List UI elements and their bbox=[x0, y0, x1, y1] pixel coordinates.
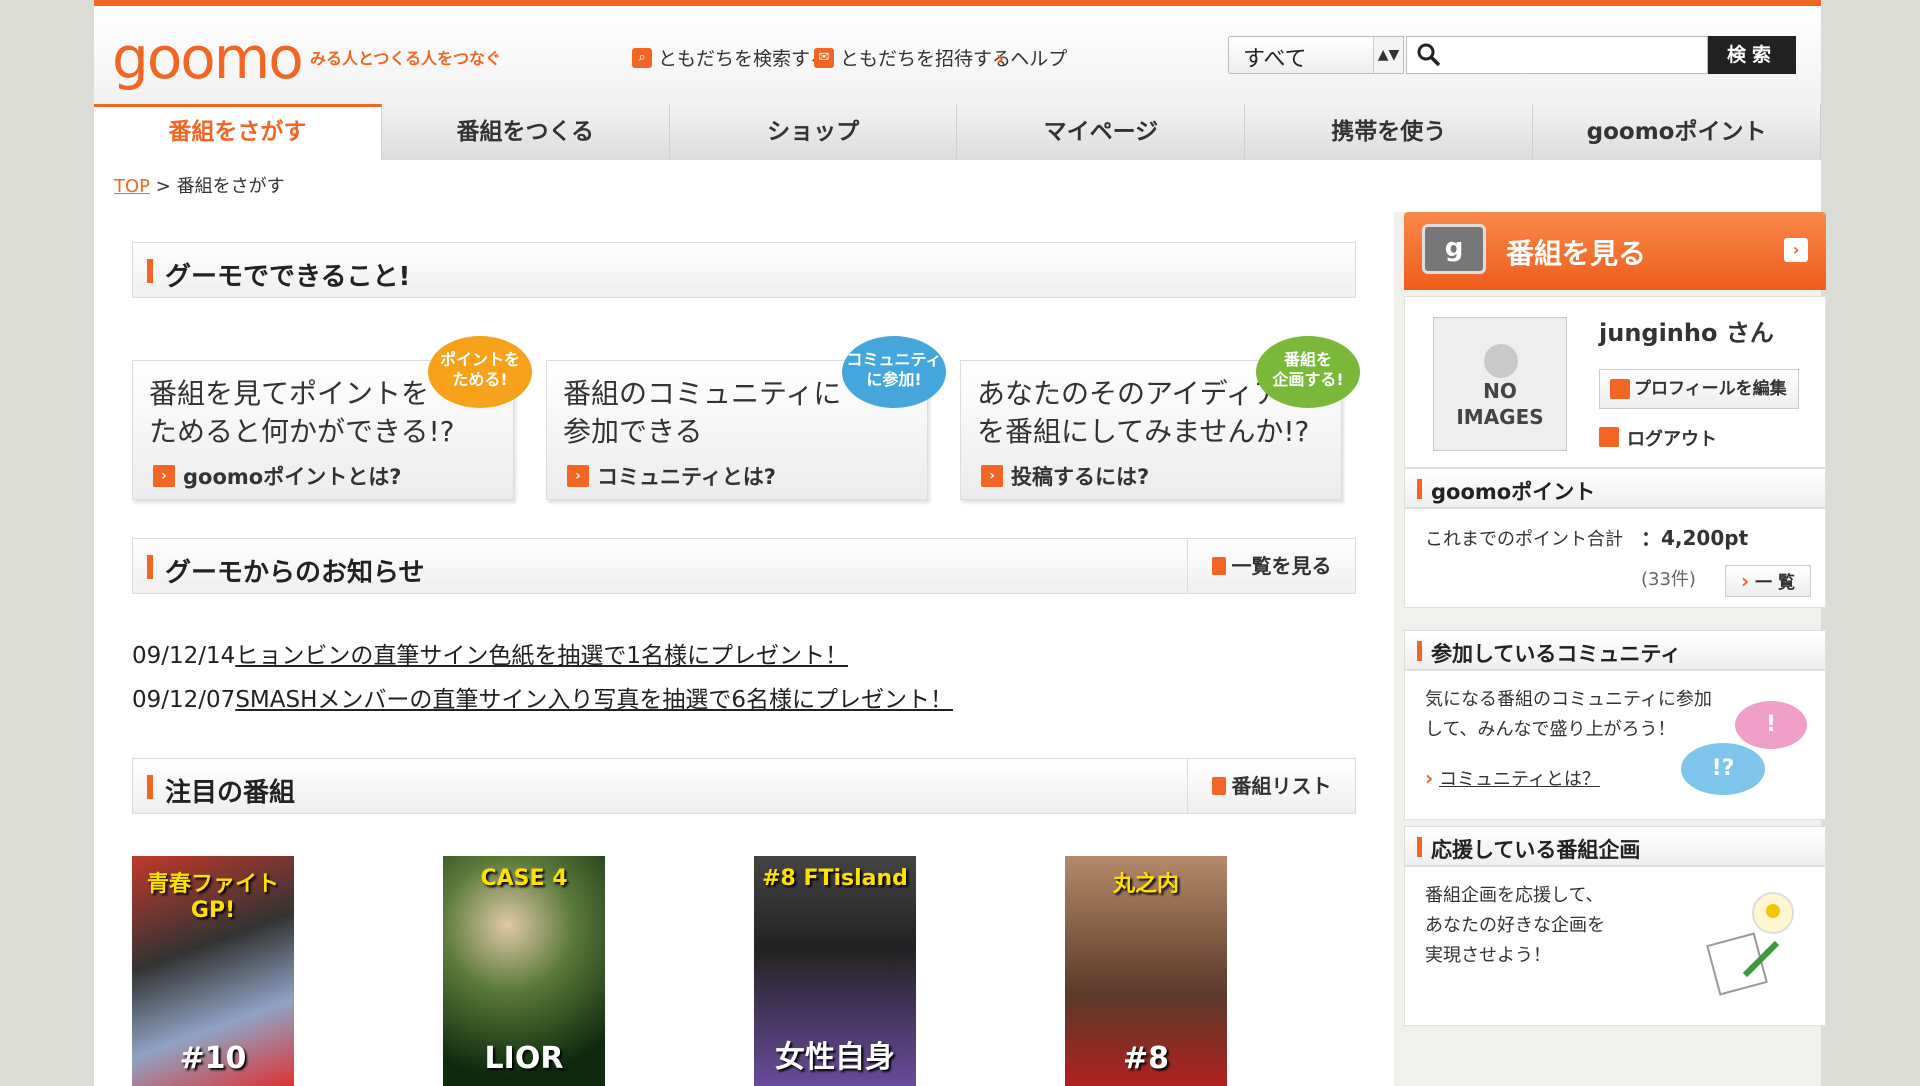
arrow-right-icon: › bbox=[567, 465, 589, 487]
mail-icon: ✉ bbox=[814, 47, 834, 68]
section-marker bbox=[147, 555, 153, 579]
search-button[interactable]: 検索 bbox=[1708, 36, 1796, 74]
points-value: ：4,200pt bbox=[1641, 526, 1749, 550]
logout-icon bbox=[1599, 427, 1619, 447]
search-friends-link[interactable]: ⌕ ともだちを検索する bbox=[632, 44, 829, 71]
logout-link[interactable]: ログアウト bbox=[1599, 425, 1717, 451]
bubble-plan-program: 番組を 企画する! bbox=[1256, 336, 1360, 408]
program-thumbnail[interactable]: 丸之内 #8 bbox=[1065, 856, 1227, 1086]
question-bubble-icon: !? bbox=[1681, 743, 1765, 795]
community-about-link[interactable]: › コミュニティとは？ bbox=[1425, 763, 1600, 795]
community-about-link[interactable]: › コミュニティとは? bbox=[567, 461, 776, 491]
news-item[interactable]: 09/12/07SMASHメンバーの直筆サイン入り写真を抽選で6名様にプレゼント… bbox=[132, 680, 953, 714]
edit-profile-button[interactable]: プロフィールを編集 bbox=[1599, 369, 1799, 409]
idea-notepad-icon bbox=[1706, 892, 1794, 996]
points-list-button[interactable]: › 一 覧 bbox=[1725, 565, 1811, 597]
points-count: (33件) bbox=[1641, 569, 1696, 590]
tv-icon: g bbox=[1422, 224, 1486, 274]
chevron-right-icon: › bbox=[1425, 766, 1434, 790]
news-list-link[interactable]: 一覧を見る bbox=[1187, 539, 1355, 593]
program-list-link[interactable]: 番組リスト bbox=[1187, 759, 1355, 813]
program-thumbnail[interactable]: #8 FTisland 女性自身 bbox=[754, 856, 916, 1086]
header: goomo みる人とつくる人をつなぐ ⌕ ともだちを検索する ✉ ともだちを招待… bbox=[94, 12, 1821, 104]
news-title: グーモからのお知らせ bbox=[165, 558, 425, 588]
pencil-icon bbox=[1610, 379, 1630, 399]
program-thumbnail[interactable]: 青春ファイトGP! #10 bbox=[132, 856, 294, 1086]
profile-box: NO IMAGES junginho さん プロフィールを編集 ログアウト bbox=[1404, 296, 1826, 468]
bubble-join-community: コミュニティ に参加! bbox=[842, 336, 946, 408]
exclamation-bubble-icon: ! bbox=[1735, 701, 1807, 749]
news-header: グーモからのお知らせ 一覧を見る bbox=[132, 538, 1356, 594]
document-icon bbox=[1211, 777, 1226, 795]
arrow-right-icon: › bbox=[1784, 238, 1808, 262]
help-link[interactable]: › ヘルプ bbox=[996, 44, 1067, 71]
main-nav: 番組をさがす 番組をつくる ショップ マイページ 携帯を使う goomoポイント bbox=[94, 104, 1821, 160]
section-marker bbox=[1417, 479, 1422, 499]
tab-create-programs[interactable]: 番組をつくる bbox=[381, 104, 670, 160]
invite-friends-link[interactable]: ✉ ともだちを招待する bbox=[814, 44, 1011, 71]
search-icon: ⌕ bbox=[632, 47, 652, 68]
points-title: goomoポイント bbox=[1431, 480, 1596, 504]
featured-programs-title: 注目の番組 bbox=[165, 778, 296, 808]
breadcrumb: TOP > 番組をさがす bbox=[114, 176, 285, 197]
supported-plans-box: 番組企画を応援して、 あなたの好きな企画を 実現させよう！ bbox=[1404, 866, 1826, 1026]
communities-title: 参加しているコミュニティ bbox=[1431, 642, 1682, 666]
avatar[interactable]: NO IMAGES bbox=[1433, 317, 1567, 451]
communities-box: 気になる番組のコミュニティに参加 して、みんなで盛り上がろう！ › コミュニティと… bbox=[1404, 670, 1826, 820]
goomo-logo[interactable]: goomo bbox=[112, 28, 304, 88]
watch-programs-title: 番組を見る bbox=[1506, 237, 1647, 270]
search-scope-select[interactable]: すべて ▲▼ bbox=[1228, 36, 1404, 74]
supported-plans-header: 応援している番組企画 bbox=[1404, 826, 1826, 866]
arrow-right-icon: › bbox=[981, 465, 1003, 487]
section-marker bbox=[147, 775, 153, 799]
submit-about-link[interactable]: › 投稿するには? bbox=[981, 461, 1149, 491]
section-marker bbox=[1417, 641, 1422, 661]
news-item[interactable]: 09/12/14ヒョンビンの直筆サイン色紙を抽選で1名様にプレゼント！ bbox=[132, 636, 848, 670]
points-label: これまでのポイント合計 bbox=[1425, 529, 1623, 550]
section-marker bbox=[1417, 837, 1422, 857]
program-thumbnail[interactable]: CASE 4 LIOR bbox=[443, 856, 605, 1086]
search-input[interactable] bbox=[1444, 38, 1702, 72]
chevron-right-icon: › bbox=[1740, 569, 1750, 593]
section-marker bbox=[147, 259, 153, 283]
breadcrumb-top-link[interactable]: TOP bbox=[114, 176, 150, 197]
chevron-right-icon: › bbox=[996, 45, 1005, 70]
tagline: みる人とつくる人をつなぐ bbox=[310, 49, 502, 68]
tab-mobile[interactable]: 携帯を使う bbox=[1245, 104, 1534, 160]
features-title: グーモでできること! bbox=[165, 262, 411, 292]
supported-plans-title: 応援している番組企画 bbox=[1431, 838, 1641, 862]
user-silhouette-icon bbox=[1484, 344, 1518, 378]
tab-search-programs[interactable]: 番組をさがす bbox=[94, 104, 382, 160]
select-arrows-icon: ▲▼ bbox=[1373, 37, 1403, 73]
document-icon bbox=[1211, 557, 1226, 575]
page: goomo みる人とつくる人をつなぐ ⌕ ともだちを検索する ✉ ともだちを招待… bbox=[94, 0, 1826, 1086]
content-area: グーモでできること! 番組を見てポイントを ためると何かができる!? › goomo… bbox=[94, 212, 1826, 1086]
features-header: グーモでできること! bbox=[132, 242, 1356, 298]
bubble-collect-points: ポイントを ためる! bbox=[428, 336, 532, 408]
points-header: goomoポイント bbox=[1404, 468, 1826, 508]
username: junginho さん bbox=[1599, 319, 1774, 347]
goomo-points-about-link[interactable]: › goomoポイントとは? bbox=[153, 461, 401, 491]
watch-programs-button[interactable]: g 番組を見る › bbox=[1404, 212, 1826, 290]
magnifier-icon bbox=[1417, 43, 1441, 67]
tab-shop[interactable]: ショップ bbox=[669, 104, 958, 160]
points-box: これまでのポイント合計 ：4,200pt (33件) › 一 覧 bbox=[1404, 508, 1826, 608]
tab-mypage[interactable]: マイページ bbox=[957, 104, 1246, 160]
arrow-right-icon: › bbox=[153, 465, 175, 487]
communities-header: 参加しているコミュニティ bbox=[1404, 630, 1826, 670]
breadcrumb-current: 番組をさがす bbox=[176, 176, 285, 197]
featured-programs-header: 注目の番組 番組リスト bbox=[132, 758, 1356, 814]
tab-goomo-points[interactable]: goomoポイント bbox=[1533, 104, 1821, 160]
